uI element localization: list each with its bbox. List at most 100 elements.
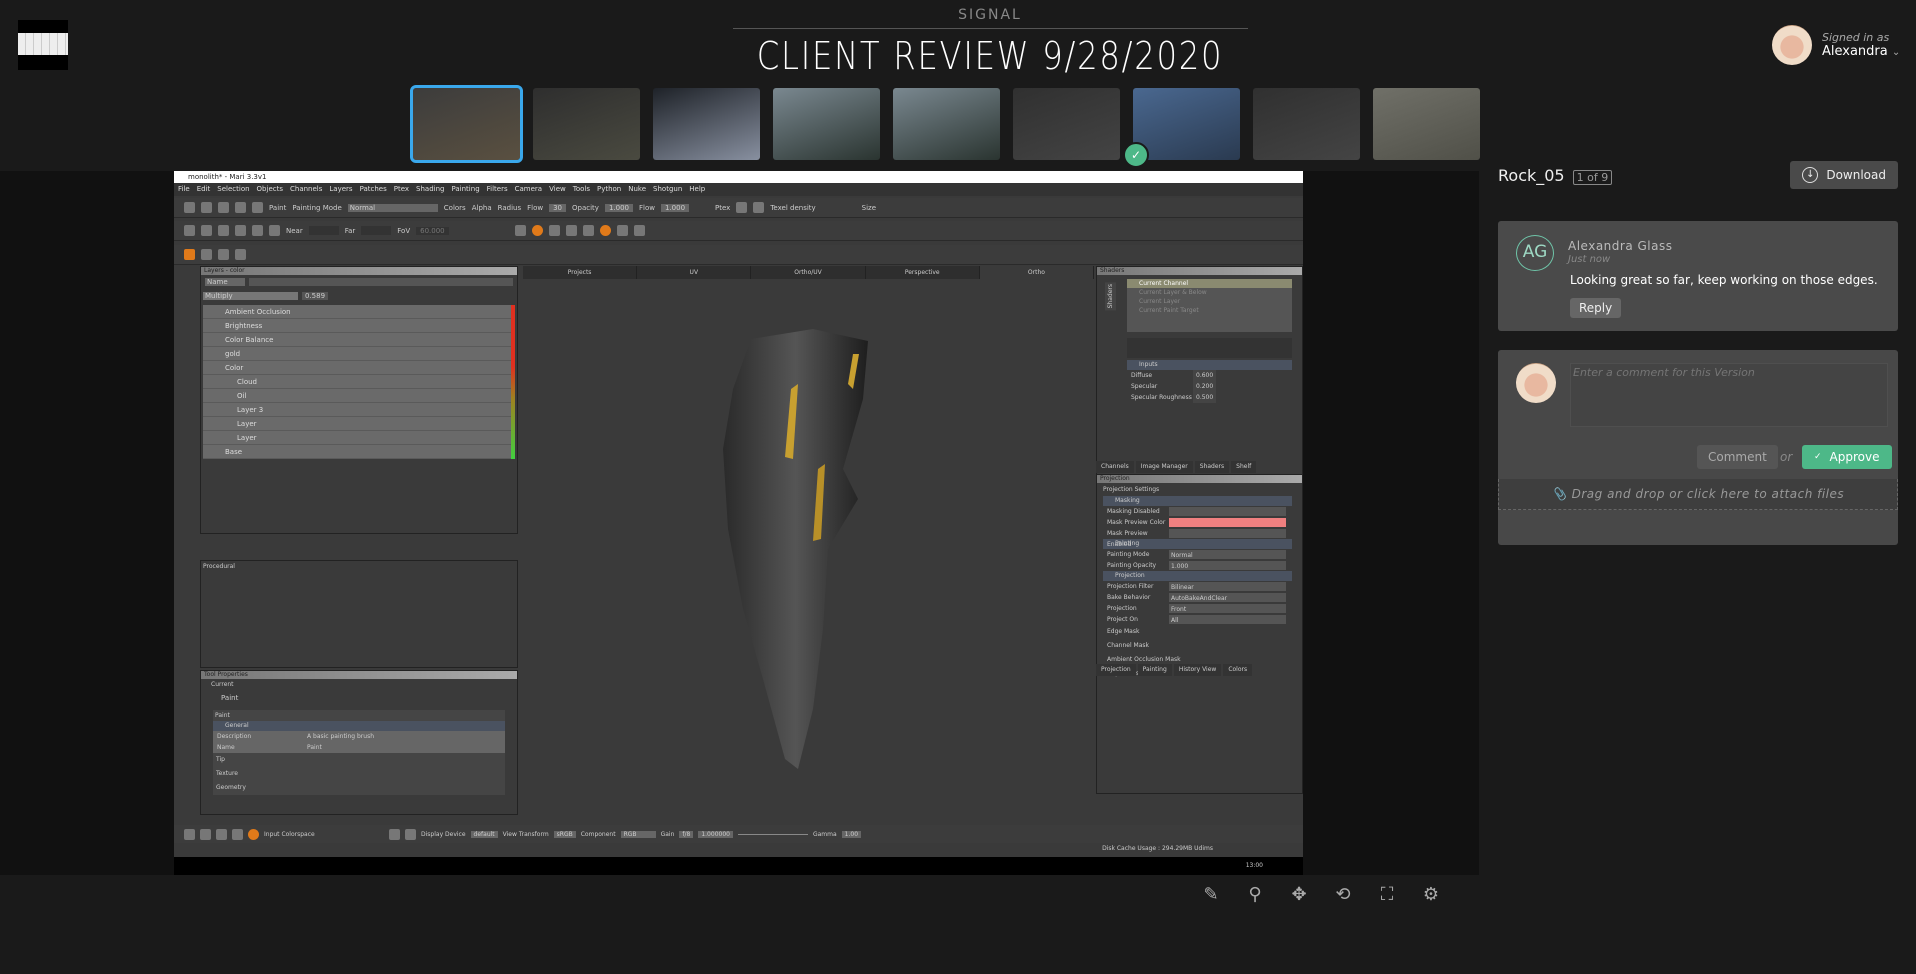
user-menu[interactable]: Signed in as Alexandra ⌄ [1772, 25, 1900, 65]
thumbnail[interactable] [1013, 88, 1120, 160]
far-label: Far [344, 226, 356, 235]
menu-item: Nuke [628, 185, 647, 193]
layer-row: Brightness [203, 319, 511, 333]
row-label: Projection Filter [1107, 583, 1154, 590]
general-section: General [213, 721, 505, 731]
viewport-tab: Perspective [865, 266, 980, 279]
layer-row: Color [203, 361, 511, 375]
review-image-mari-screenshot: monolith* - Mari 3.3v1 File Edit Selection… [174, 171, 1303, 875]
comment-button[interactable]: Comment [1697, 445, 1778, 469]
layer-row: gold [203, 347, 511, 361]
menu-item: Patches [359, 185, 387, 193]
shaders-title: Shaders [1097, 267, 1302, 275]
thumbnail[interactable] [1373, 88, 1480, 160]
thumbnail[interactable]: ✓ [1123, 88, 1240, 168]
page-title: CLIENT REVIEW 9/28/2020 [756, 34, 1224, 78]
menu-item: Filters [486, 185, 508, 193]
property-name: Description [217, 733, 252, 740]
radius-value: 30 [549, 203, 567, 212]
shaders-side-tab: Shaders [1105, 282, 1116, 311]
fullscreen-icon[interactable]: ⛶ [1376, 884, 1398, 906]
menu-item: Shotgun [653, 185, 683, 193]
dock-tab: Shaders [1194, 461, 1230, 473]
toolbar-paint: Paint Painting Mode Normal Colors Alpha … [174, 198, 1303, 218]
menu-item: Selection [217, 185, 250, 193]
menu-item: Painting [451, 185, 480, 193]
component-label: Component [580, 830, 616, 838]
comment-time: Just now [1568, 254, 1611, 265]
thumbnail[interactable] [653, 88, 760, 160]
blend-mode: Multiply [203, 292, 298, 300]
gamma-label: Gamma [812, 830, 837, 838]
projection-row: Mask Preview Enabled [1103, 528, 1292, 548]
dock-tab: Colors [1223, 664, 1253, 676]
near-label: Near [286, 226, 303, 235]
approve-label: Approve [1829, 450, 1880, 464]
reply-button[interactable]: Reply [1570, 298, 1622, 318]
colorspace-label: Input Colorspace [264, 830, 315, 838]
gear-icon[interactable]: ⚙ [1420, 884, 1442, 906]
property-section: Texture [216, 770, 238, 777]
view-transform-value: sRGB [553, 830, 576, 838]
dock-tab: Image Manager [1135, 461, 1193, 473]
layer-row: Layer [203, 417, 511, 431]
mask-item: Channel Mask [1107, 642, 1149, 649]
user-name: Alexandra [1822, 44, 1888, 59]
comment-text: Looking great so far, keep working on th… [1570, 273, 1878, 287]
comment-input[interactable] [1570, 363, 1888, 427]
inputs-section: Inputs [1127, 360, 1292, 370]
alpha-label: Alpha [471, 203, 492, 212]
thumbnail[interactable] [410, 85, 523, 163]
current-user-avatar [1516, 363, 1556, 403]
thumbnail[interactable] [1253, 88, 1360, 160]
shader-target: Current Paint Target [1139, 307, 1199, 314]
or-label: or [1780, 450, 1793, 464]
version-count: 1 of 9 [1572, 169, 1613, 185]
row-label: Mask Preview Color [1107, 519, 1166, 526]
check-icon: ✓ [1123, 142, 1149, 168]
projection-title: Projection [1097, 475, 1302, 483]
viewer-toolbar: ✎ ⚲ ✥ ⟲ ⛶ ⚙ [1200, 884, 1442, 906]
divider [733, 28, 1248, 29]
clock: 13:00 [1245, 862, 1263, 869]
row-label: Project On [1107, 616, 1138, 623]
download-icon: ↓ [1802, 167, 1819, 183]
layers-panel: Layers - color Name Multiply 0.589 Ambien… [200, 266, 518, 534]
download-button[interactable]: ↓ Download [1790, 161, 1898, 189]
menu-item: Python [596, 185, 622, 193]
texel-density-label: Texel density [770, 203, 816, 212]
view-transform-label: View Transform [502, 830, 549, 838]
paperclip-icon: 📎 [1551, 487, 1568, 501]
logo[interactable] [18, 20, 68, 70]
paint-label: Paint [269, 203, 287, 212]
opacity-value: 1.000 [604, 203, 633, 212]
check-icon: ✓ [1814, 452, 1822, 462]
search-icon[interactable]: ⚲ [1244, 884, 1266, 906]
viewport-tab: Ortho [979, 266, 1095, 279]
approve-button[interactable]: ✓ Approve [1802, 445, 1892, 469]
loop-icon[interactable]: ⟲ [1332, 884, 1354, 906]
pencil-icon[interactable]: ✎ [1200, 884, 1222, 906]
layer-filter: Name [205, 278, 245, 286]
flow-label: Flow [527, 203, 544, 212]
thumbnail[interactable] [773, 88, 880, 160]
thumbnail[interactable] [893, 88, 1000, 160]
thumbnail[interactable] [533, 88, 640, 160]
property-value: A basic painting brush [307, 733, 374, 740]
menu-item: View [549, 185, 566, 193]
download-label: Download [1826, 168, 1886, 182]
comment-author: Alexandra Glass [1568, 239, 1673, 253]
move-icon[interactable]: ✥ [1288, 884, 1310, 906]
display-device-value: default [470, 830, 498, 838]
attach-dropzone[interactable]: 📎 Drag and drop or click here to attach … [1498, 479, 1898, 510]
fov-value: 60.000 [416, 226, 449, 235]
param-value: 0.200 [1193, 381, 1217, 392]
status-text: Disk Cache Usage : 294.29MB Udims [1102, 845, 1213, 852]
param-name: Specular Roughness [1131, 394, 1192, 401]
viewport-tab: Ortho/UV [751, 266, 866, 279]
rock-model [723, 329, 868, 769]
row-value: Front [1169, 604, 1286, 613]
tool-strip [174, 266, 198, 826]
window-title: monolith* - Mari 3.3v1 [174, 171, 1303, 183]
chevron-down-icon: ⌄ [1891, 47, 1901, 58]
